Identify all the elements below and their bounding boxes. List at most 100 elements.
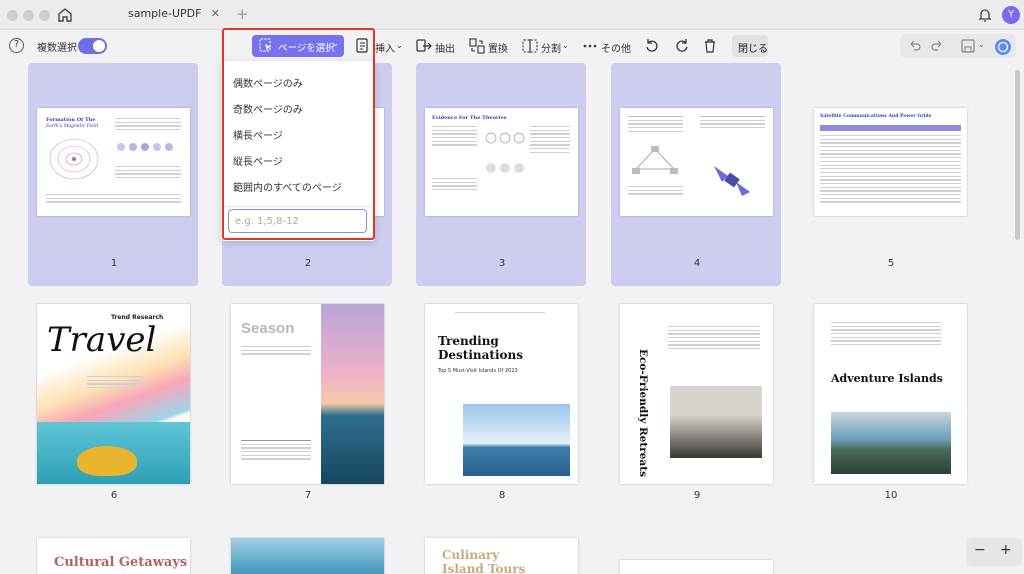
page-thumbnail-11[interactable]: Cultural Getaways [37, 538, 190, 574]
table-rows [820, 135, 961, 205]
undo-icon[interactable] [906, 38, 922, 54]
menu-item-all-pages-in-range[interactable]: 範囲内のすべてのページ [233, 179, 342, 194]
chevron-down-icon: ⌄ [332, 39, 339, 48]
page-thumbnail-9[interactable]: Eco-Friendly Retreats [620, 304, 773, 484]
insert-page-icon [356, 38, 368, 53]
page-number-4: 4 [693, 258, 701, 269]
new-tab-icon[interactable]: + [236, 5, 249, 23]
menu-item-odd-pages[interactable]: 奇数ページのみ [233, 101, 303, 116]
page-number-10: 10 [884, 490, 898, 501]
title-bar: sample-UPDF ✕ + Y [0, 0, 1024, 30]
island-photo [463, 404, 570, 476]
menu-divider [221, 206, 375, 207]
rotate-left-icon[interactable] [644, 36, 660, 56]
arch-photo [831, 412, 951, 474]
zoom-out-icon[interactable]: − [974, 542, 986, 558]
page-6-text [87, 376, 142, 391]
page-range-input[interactable] [228, 209, 367, 233]
more-label: その他 [601, 44, 631, 55]
magnetic-field-diagram [49, 138, 99, 180]
zoom-in-icon[interactable]: + [1000, 542, 1012, 558]
page-6-title: Travel [47, 320, 157, 360]
page-number-3: 3 [498, 258, 506, 269]
tab-close-icon[interactable]: ✕ [211, 7, 220, 20]
page-10-text [831, 322, 941, 348]
page-thumbnail-3[interactable]: Evidence For The Theories [425, 108, 578, 216]
chevron-down-icon[interactable]: ⌄ [978, 40, 994, 56]
history-group: ⌄ [900, 34, 1016, 58]
page-number-8: 8 [498, 490, 506, 501]
extract-label: 抽出 [435, 44, 455, 55]
page-4-text-col2 [700, 116, 765, 131]
page-thumbnail-13[interactable]: Culinary Island Tours [425, 538, 578, 574]
page-thumbnail-5[interactable]: Satellite Communications And Power Grids [814, 108, 967, 216]
extract-icon [416, 39, 432, 52]
cursor-select-icon [259, 38, 271, 52]
select-pages-button[interactable]: ページを選択 ⌄ [252, 35, 344, 57]
theory-diagram [485, 132, 525, 173]
network-diagram [632, 146, 678, 174]
page-number-5: 5 [887, 258, 895, 269]
window-zoom-dot[interactable] [39, 10, 50, 21]
save-icon[interactable] [960, 38, 976, 54]
window-close-dot[interactable] [7, 10, 18, 21]
ai-assistant-icon[interactable] [994, 38, 1011, 55]
menu-item-landscape-pages[interactable]: 横長ページ [233, 127, 283, 142]
document-tab-title: sample-UPDF [128, 7, 202, 20]
replace-icon [469, 38, 485, 54]
page-number-6: 6 [110, 490, 118, 501]
help-icon[interactable]: ? [9, 38, 24, 53]
page-1-text-block [115, 118, 181, 133]
rock-photo [670, 386, 762, 458]
toolbar: ? 複数選択 ページを選択 ⌄ 挿入 ⌄ 抽出 置換 分割 ⌄ その他 閉じる [0, 30, 1024, 62]
close-button[interactable]: 閉じる [732, 35, 768, 57]
page-9-text [668, 326, 760, 352]
chevron-down-icon: ⌄ [562, 41, 569, 50]
page-7-text [241, 346, 311, 357]
window-minimize-dot[interactable] [23, 10, 34, 21]
page-3-text-col3 [432, 178, 477, 193]
page-8-title: Trending Destinations [438, 334, 523, 362]
multi-select-toggle[interactable] [78, 38, 107, 54]
toggle-knob [93, 40, 105, 52]
trash-icon[interactable] [702, 36, 718, 56]
page-4-text-col1 [628, 116, 683, 134]
page-8-subtitle: Top 5 Must-Visit Islands Of 2023 [438, 368, 518, 374]
split-label: 分割 [541, 44, 561, 55]
rotate-right-icon[interactable] [674, 36, 690, 56]
page-thumbnail-1[interactable]: Formation Of The Earth's Magnetic Field [37, 108, 190, 216]
bell-icon[interactable] [976, 6, 994, 24]
page-thumbnail-14[interactable] [620, 560, 773, 574]
page-5-title: Satellite Communications And Power Grids [820, 114, 932, 119]
page-13-title: Culinary Island Tours [442, 548, 526, 574]
menu-item-portrait-pages[interactable]: 縦長ページ [233, 153, 283, 168]
redo-icon[interactable] [930, 38, 946, 54]
user-avatar[interactable]: Y [1002, 6, 1020, 24]
sunset-photo [321, 304, 384, 484]
page-number-7: 7 [304, 490, 312, 501]
page-thumbnail-4[interactable] [620, 108, 773, 216]
kayak-shape [77, 446, 137, 476]
page-7-title: Season [241, 320, 295, 337]
page-thumbnail-12[interactable] [231, 538, 384, 574]
chevron-down-icon: ⌄ [396, 41, 403, 50]
menu-item-even-pages[interactable]: 偶数ページのみ [233, 75, 303, 90]
insert-label: 挿入 [375, 44, 395, 55]
page-thumbnail-6[interactable]: Trend Research Travel [37, 304, 190, 484]
page-number-1: 1 [110, 258, 118, 269]
vertical-scrollbar[interactable] [1015, 70, 1020, 240]
select-pages-dropdown: 偶数ページのみ 奇数ページのみ 横長ページ 縦長ページ 範囲内のすべてのページ [221, 61, 375, 241]
page-1-title: Formation Of The [46, 117, 96, 123]
page-3-text-col1 [432, 126, 477, 148]
page-8-header [455, 312, 545, 316]
circles-graphic [117, 143, 173, 151]
zoom-controls: − + [966, 538, 1022, 566]
page-1-text-block-2 [115, 166, 181, 181]
page-thumbnail-10[interactable]: Adventure Islands [814, 304, 967, 484]
home-icon[interactable] [56, 6, 74, 24]
page-thumbnail-8[interactable]: Trending Destinations Top 5 Must-Visit I… [425, 304, 578, 484]
page-thumbnail-7[interactable]: Season [231, 304, 384, 484]
multi-select-label: 複数選択 [37, 43, 77, 54]
document-tab[interactable]: sample-UPDF ✕ [86, 0, 230, 30]
page-3-text-col2 [530, 126, 570, 156]
